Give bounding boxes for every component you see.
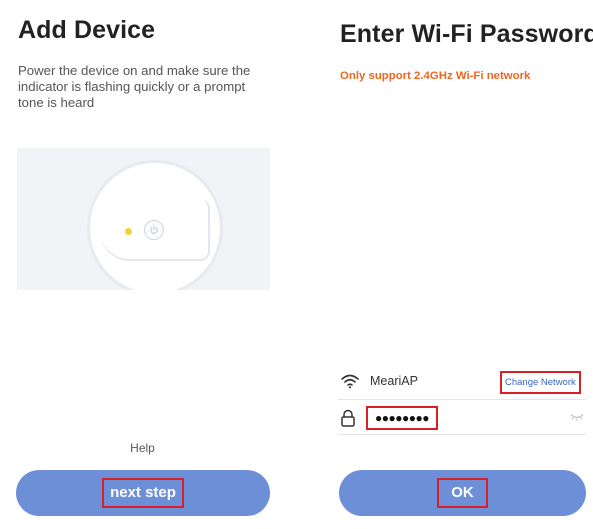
hide-password-icon[interactable] <box>570 413 584 421</box>
lock-icon <box>341 409 355 427</box>
wifi-warning-text: Only support 2.4GHz Wi-Fi network <box>340 70 531 82</box>
page-title: Enter Wi-Fi Password <box>340 20 593 48</box>
divider <box>338 434 586 435</box>
device-illustration <box>17 148 270 290</box>
page-title: Add Device <box>18 16 156 44</box>
add-device-screen: Add Device Power the device on and make … <box>0 0 296 529</box>
network-name: MeariAP <box>370 374 418 388</box>
indicator-led <box>125 228 132 235</box>
ok-label: OK <box>437 478 488 508</box>
instructions-text: Power the device on and make sure the in… <box>18 63 251 110</box>
next-step-label: next step <box>102 478 184 508</box>
wifi-icon <box>341 374 359 389</box>
divider <box>338 399 586 400</box>
ok-button[interactable]: OK <box>339 470 586 516</box>
help-link[interactable]: Help <box>0 441 285 455</box>
change-network-link[interactable]: Change Network <box>500 371 581 394</box>
password-input[interactable]: ●●●●●●●● <box>366 406 438 430</box>
next-step-button[interactable]: next step <box>16 470 270 516</box>
wifi-password-screen: Enter Wi-Fi Password Only support 2.4GHz… <box>300 0 593 529</box>
power-button-icon <box>144 220 164 240</box>
